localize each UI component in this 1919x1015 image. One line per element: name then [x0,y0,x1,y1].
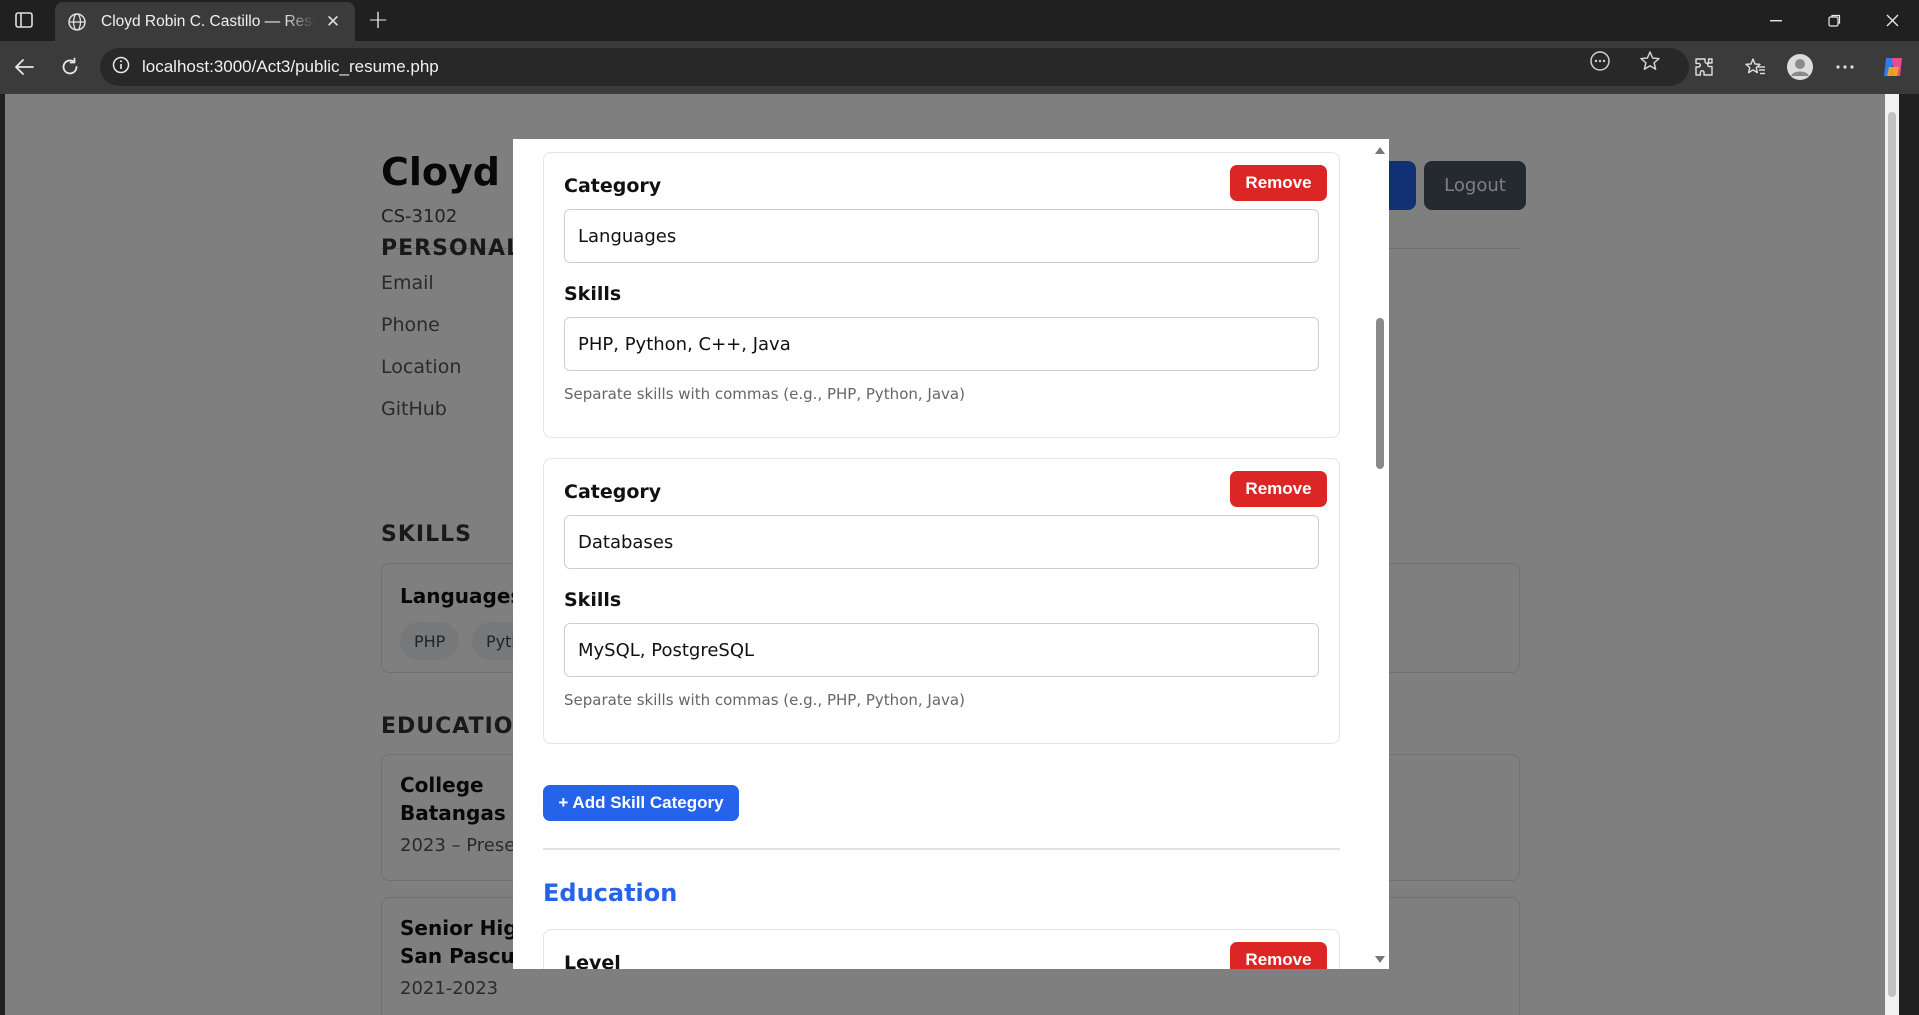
more-icon[interactable] [1831,53,1859,81]
info-icon[interactable] [112,56,130,78]
remove-education-button[interactable]: Remove [1230,942,1327,969]
page-scrollbar[interactable] [1885,94,1899,1015]
page-viewport: Cloyd R CS-3102 Logout PERSONAL I Email … [5,94,1899,1015]
profile-icon[interactable] [1786,53,1814,81]
restore-icon[interactable] [1805,0,1863,41]
tab-title: Cloyd Robin C. Castillo — Resume [101,12,315,30]
scroll-up-icon[interactable] [1373,145,1387,157]
edit-resume-modal: Remove Category Skills Separate skills w… [513,139,1389,969]
category-label: Category [564,175,662,197]
education-section-title: Education [543,879,678,907]
new-tab-button[interactable]: + [364,7,392,35]
remove-skill-category-button[interactable]: Remove [1230,165,1327,201]
skills-input[interactable] [564,623,1319,677]
reload-icon[interactable] [56,53,84,81]
skills-hint: Separate skills with commas (e.g., PHP, … [564,691,965,709]
skills-label: Skills [564,283,622,305]
globe-icon [67,11,89,33]
copilot-icon[interactable] [1879,53,1907,81]
add-skill-category-button[interactable]: + Add Skill Category [543,785,739,821]
category-label: Category [564,481,662,503]
star-icon[interactable] [1637,50,1663,72]
category-input[interactable] [564,515,1319,569]
address-bar[interactable]: localhost:3000/Act3/public_resume.php [100,48,1689,86]
back-icon[interactable] [10,53,38,81]
page-scrollbar-thumb[interactable] [1888,112,1896,997]
skill-category-card: Remove Category Skills Separate skills w… [543,152,1340,438]
remove-skill-category-button[interactable]: Remove [1230,471,1327,507]
skills-input[interactable] [564,317,1319,371]
sidebar-icon[interactable] [12,9,36,31]
section-divider [543,848,1340,850]
skill-category-card: Remove Category Skills Separate skills w… [543,458,1340,744]
reader-icon[interactable] [1587,50,1613,72]
browser-tab-bar: Cloyd Robin C. Castillo — Resume ✕ + [0,0,1919,41]
skills-label: Skills [564,589,622,611]
browser-toolbar: localhost:3000/Act3/public_resume.php [0,41,1919,94]
modal-scrollbar-thumb[interactable] [1376,318,1384,469]
tab-close-icon[interactable]: ✕ [323,12,343,32]
skills-hint: Separate skills with commas (e.g., PHP, … [564,385,965,403]
education-entry-card: Remove Level_ [543,929,1340,969]
extensions-icon[interactable] [1690,53,1718,81]
browser-tab-active[interactable]: Cloyd Robin C. Castillo — Resume ✕ [55,2,355,41]
favorites-icon[interactable] [1741,53,1769,81]
category-input[interactable] [564,209,1319,263]
level-label: Level_ [564,952,631,969]
close-icon[interactable] [1863,0,1919,41]
scroll-down-icon[interactable] [1373,955,1387,967]
minimize-icon[interactable] [1747,0,1805,41]
url-text[interactable]: localhost:3000/Act3/public_resume.php [142,57,439,77]
